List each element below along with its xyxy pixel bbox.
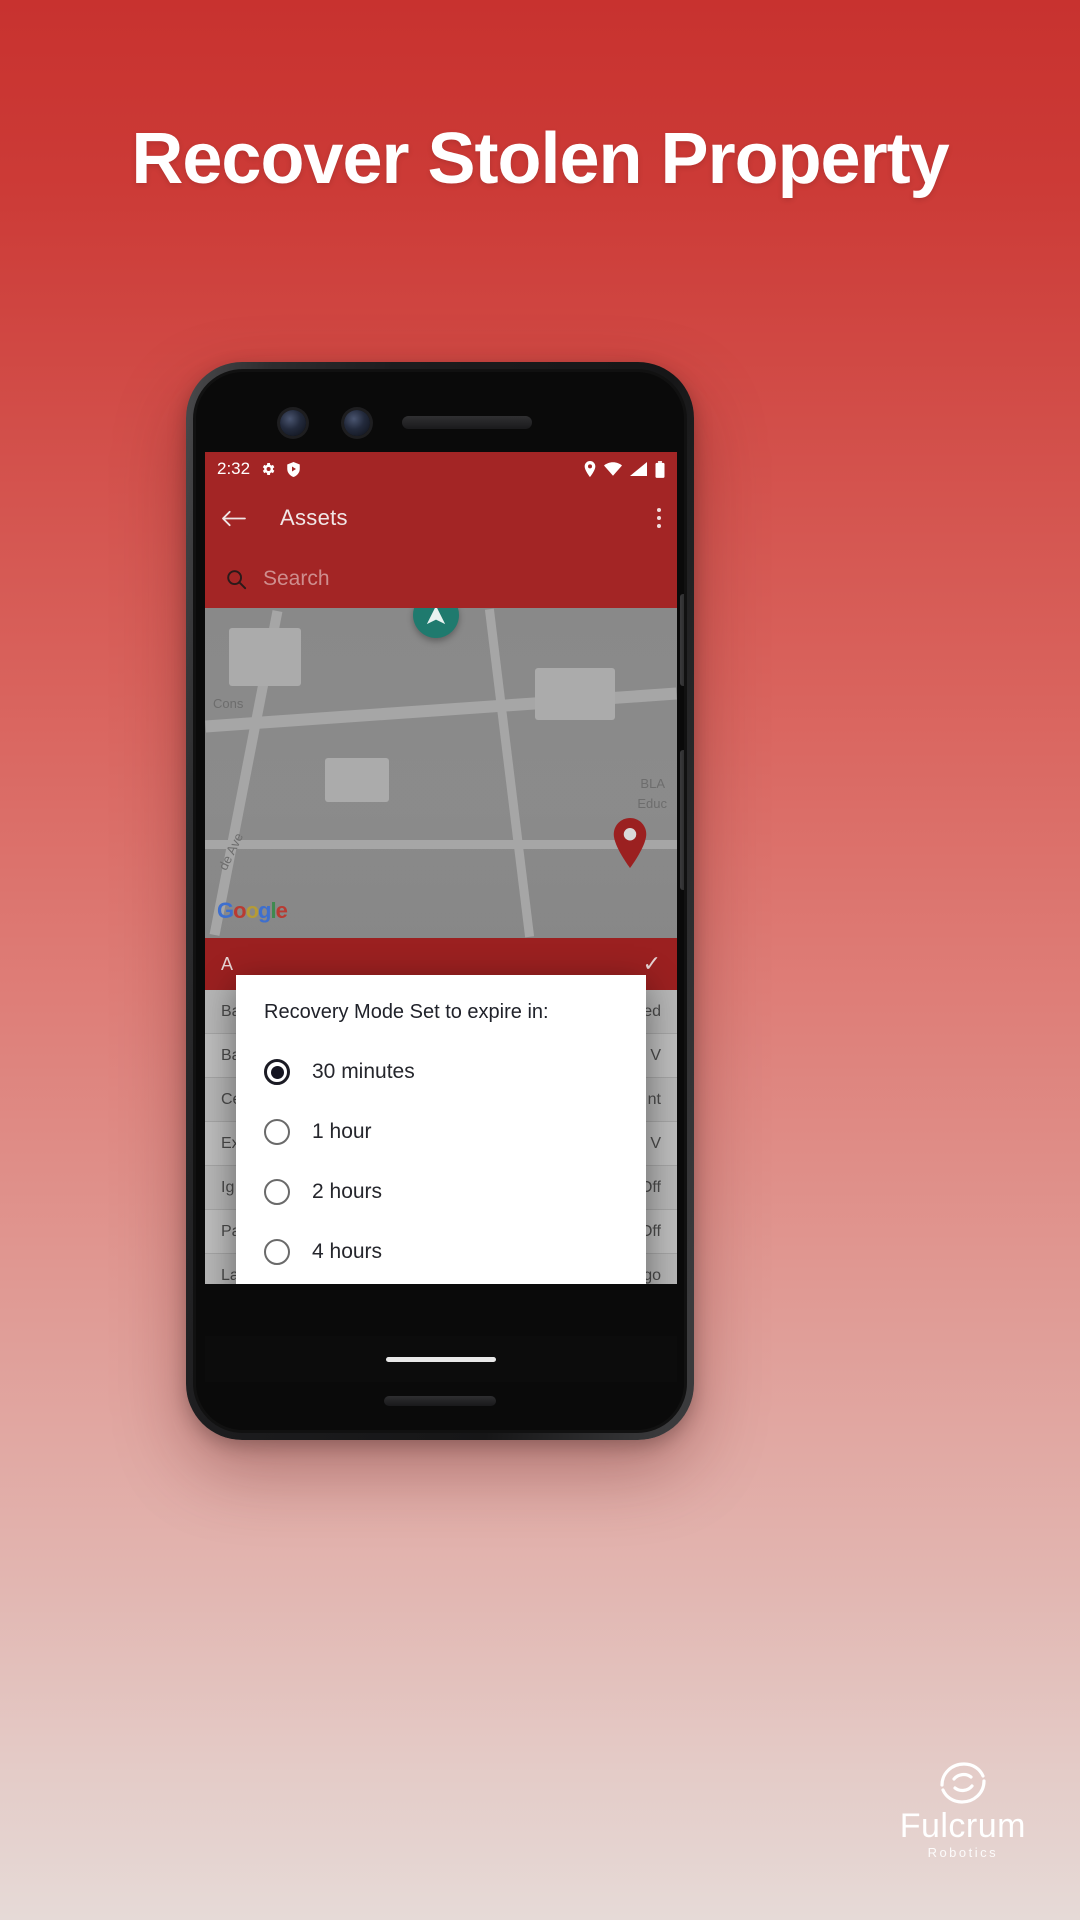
battery-icon	[655, 460, 665, 478]
front-camera-icon	[280, 410, 306, 436]
fulcrum-swirl-icon	[900, 1755, 1026, 1807]
more-vertical-icon[interactable]	[657, 508, 661, 528]
radio-label: 2 hours	[312, 1180, 383, 1203]
app-bar-title: Assets	[280, 505, 348, 530]
gear-icon	[260, 461, 276, 477]
app-bar: Assets	[205, 486, 677, 550]
radio-option-6-hours[interactable]: 6 hours	[236, 1282, 646, 1284]
arrow-left-icon[interactable]	[221, 508, 246, 529]
radio-option-4-hours[interactable]: 4 hours	[236, 1222, 646, 1282]
shield-play-icon	[286, 461, 301, 478]
map-block	[229, 628, 301, 686]
map-road	[484, 608, 535, 938]
asset-row-label: A	[221, 953, 234, 974]
radio-button[interactable]	[264, 1059, 290, 1085]
earpiece-speaker	[402, 416, 532, 429]
check-icon: ✓	[642, 951, 661, 976]
map-label: de Ave	[215, 830, 247, 873]
status-time: 2:32	[217, 459, 251, 478]
radio-option-30-minutes[interactable]: 30 minutes	[236, 1042, 646, 1102]
power-button[interactable]	[680, 594, 684, 686]
dialog-title: Recovery Mode Set to expire in:	[264, 1001, 549, 1023]
radio-label: 30 minutes	[312, 1060, 415, 1083]
recovery-mode-dialog: Recovery Mode Set to expire in: 30 minut…	[236, 975, 646, 1284]
search-icon	[225, 568, 247, 590]
phone-screen: 2:32 Assets Search Cons BLA Educ de Ave …	[205, 452, 677, 1284]
system-nav-bar	[205, 1336, 677, 1382]
radio-option-2-hours[interactable]: 2 hours	[236, 1162, 646, 1222]
radio-label: 4 hours	[312, 1240, 383, 1263]
search-bar[interactable]: Search	[205, 550, 677, 608]
brand-name: Fulcrum	[899, 1807, 1026, 1845]
row-label: Ig	[221, 1178, 235, 1196]
signal-icon	[630, 462, 647, 476]
map-block	[535, 668, 615, 720]
map-label: BLA	[640, 776, 665, 791]
map-view[interactable]: Cons BLA Educ de Ave Google	[205, 608, 677, 938]
phone-body: 2:32 Assets Search Cons BLA Educ de Ave …	[193, 369, 687, 1433]
map-label: Cons	[213, 696, 244, 711]
radio-button[interactable]	[264, 1239, 290, 1265]
map-block	[325, 758, 389, 802]
map-label: Educ	[637, 796, 667, 811]
volume-button[interactable]	[680, 750, 684, 890]
brand-tagline: Robotics	[927, 1845, 999, 1860]
google-logo: Google	[217, 898, 288, 923]
wifi-icon	[604, 462, 622, 476]
radio-group: 30 minutes 1 hour 2 hours 4 hours	[236, 1032, 646, 1284]
row-value: nt	[647, 1090, 661, 1108]
front-sensor-icon	[344, 410, 370, 436]
radio-label: 1 hour	[312, 1120, 372, 1143]
radio-option-1-hour[interactable]: 1 hour	[236, 1102, 646, 1162]
radio-button[interactable]	[264, 1179, 290, 1205]
page-title: Recover Stolen Property	[131, 119, 949, 199]
search-input[interactable]: Search	[263, 567, 330, 591]
map-road	[205, 840, 677, 849]
home-gesture-pill[interactable]	[386, 1356, 496, 1362]
status-bar: 2:32	[205, 452, 677, 486]
bottom-speaker	[384, 1396, 496, 1406]
map-pin-icon[interactable]	[611, 818, 649, 868]
phone-mockup: 2:32 Assets Search Cons BLA Educ de Ave …	[186, 362, 694, 1440]
brand-logo: Fulcrum Robotics	[900, 1755, 1026, 1860]
radio-button[interactable]	[264, 1119, 290, 1145]
location-icon	[584, 461, 596, 477]
map-action-button[interactable]	[413, 608, 459, 638]
